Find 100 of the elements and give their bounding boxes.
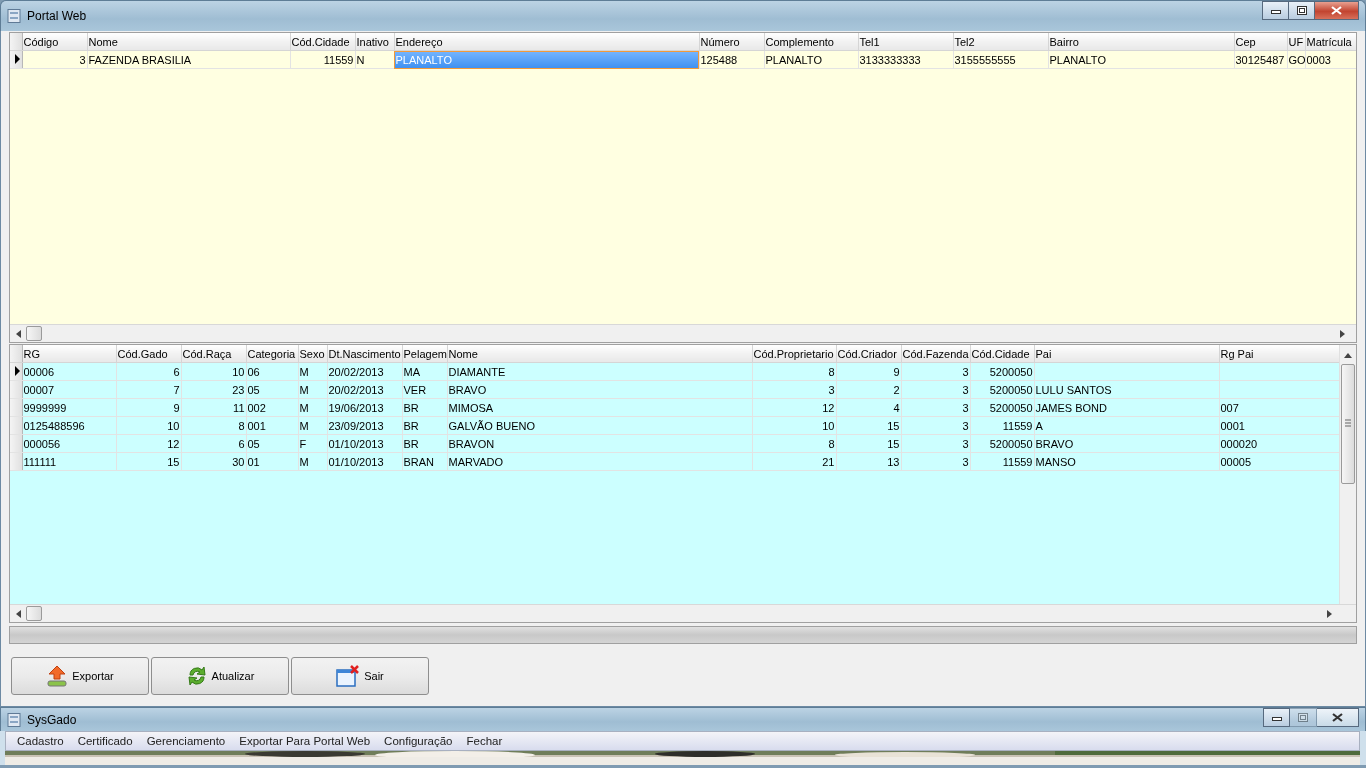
maximize-button[interactable] [1289, 1, 1315, 20]
table-cell: BRAVO [1034, 434, 1219, 453]
table-cell: M [298, 398, 327, 417]
menu-item[interactable]: Exportar Para Portal Web [232, 735, 378, 747]
column-header[interactable]: Número [699, 33, 764, 51]
table-cell: 19/06/2013 [327, 398, 402, 417]
table-cell: 3 [901, 362, 970, 381]
exit-button[interactable]: Sair [291, 657, 429, 695]
table-cell: 8 [752, 362, 836, 381]
table-cell: 01 [246, 452, 298, 471]
table-cell: 11559 [290, 50, 355, 69]
column-header[interactable]: Cód.Raça [181, 345, 246, 363]
column-header[interactable]: Endereço [394, 33, 699, 51]
column-header[interactable]: Tel1 [858, 33, 953, 51]
column-header[interactable]: RG [22, 345, 116, 363]
menu-item[interactable]: Configuração [377, 735, 460, 747]
table-cell: PLANALTO [1048, 50, 1234, 69]
scrollbar-thumb[interactable] [26, 606, 42, 621]
column-header[interactable]: Complemento [764, 33, 858, 51]
restore-icon [1298, 713, 1308, 722]
close-button[interactable] [1317, 708, 1359, 727]
table-cell: LULU SANTOS [1034, 380, 1219, 399]
table-cell: MANSO [1034, 452, 1219, 471]
table-cell: 30 [181, 452, 246, 471]
refresh-icon [185, 664, 208, 688]
column-header[interactable]: Sexo [298, 345, 327, 363]
table-cell: 10 [181, 362, 246, 381]
export-icon [46, 665, 69, 687]
menu-item[interactable]: Certificado [70, 735, 140, 747]
export-button[interactable]: Exportar [11, 657, 149, 695]
table-cell: JAMES BOND [1034, 398, 1219, 417]
table-cell: 3 [752, 380, 836, 399]
column-header[interactable]: Cód.Gado [116, 345, 181, 363]
table-cell: 9999999 [22, 398, 116, 417]
table-cell: 6 [116, 362, 181, 381]
column-header[interactable]: Cód.Criador [836, 345, 901, 363]
table-cell: 15 [836, 416, 901, 435]
scrollbar-thumb[interactable] [1341, 364, 1355, 484]
column-header[interactable]: Cep [1234, 33, 1287, 51]
table-cell: M [298, 452, 327, 471]
table-cell: 5200050 [970, 380, 1034, 399]
table-cell: 10 [752, 416, 836, 435]
column-header[interactable]: Categoria [246, 345, 298, 363]
column-header[interactable]: Matrícula [1305, 33, 1356, 51]
table-cell: 15 [116, 452, 181, 471]
menu-item[interactable]: Gerenciamento [139, 735, 233, 747]
column-header[interactable]: Dt.Nascimento [327, 345, 402, 363]
table-cell: 9 [116, 398, 181, 417]
table-cell: BR [402, 434, 447, 453]
table-cell: BRAN [402, 452, 447, 471]
column-header[interactable]: Código [22, 33, 87, 51]
table-cell: 8 [181, 416, 246, 435]
scroll-up-icon[interactable] [1344, 353, 1352, 358]
table-cell: 00007 [22, 380, 116, 399]
scrollbar-thumb[interactable] [26, 326, 42, 341]
scroll-right-icon[interactable] [1340, 329, 1345, 338]
table-cell: 7 [116, 380, 181, 399]
maximize-icon [1296, 6, 1307, 15]
table-cell: GALVÃO BUENO [447, 416, 752, 435]
column-header[interactable]: Cód.Proprietario [752, 345, 836, 363]
column-header[interactable]: Cód.Cidade [970, 345, 1034, 363]
table-cell: 111111 [22, 452, 116, 471]
column-header[interactable]: Inativo [355, 33, 394, 51]
table-cell: MA [402, 362, 447, 381]
table-cell: 3 [901, 452, 970, 471]
column-header[interactable]: Cód.Fazenda [901, 345, 970, 363]
scroll-left-icon[interactable] [16, 609, 21, 618]
column-header[interactable]: Bairro [1048, 33, 1234, 51]
table-cell: 4 [836, 398, 901, 417]
table-cell: 01/10/2013 [327, 434, 402, 453]
table-cell: 13 [836, 452, 901, 471]
table-cell: 3 [901, 380, 970, 399]
column-header[interactable]: Tel2 [953, 33, 1048, 51]
close-window-icon [336, 665, 361, 687]
column-header[interactable]: Cód.Cidade [290, 33, 355, 51]
close-button[interactable] [1315, 1, 1359, 20]
column-header[interactable]: Pai [1034, 345, 1219, 363]
refresh-button[interactable]: Atualizar [151, 657, 289, 695]
table-cell: 125488 [699, 50, 764, 69]
menu-item[interactable]: Cadastro [10, 735, 71, 747]
minimize-icon [1270, 7, 1281, 14]
table-cell: 00006 [22, 362, 116, 381]
column-header[interactable]: Nome [87, 33, 290, 51]
table-cell: 3 [901, 398, 970, 417]
table-cell: 3 [22, 50, 87, 69]
minimize-button[interactable] [1262, 1, 1289, 20]
table-cell: 11559 [970, 416, 1034, 435]
scroll-right-icon[interactable] [1327, 609, 1332, 618]
table-cell: BRAVON [447, 434, 752, 453]
column-header[interactable]: Nome [447, 345, 752, 363]
scroll-left-icon[interactable] [16, 329, 21, 338]
minimize-button[interactable] [1263, 708, 1290, 727]
table-cell: 20/02/2013 [327, 380, 402, 399]
table-cell: 10 [116, 416, 181, 435]
table-cell: M [298, 362, 327, 381]
table-cell: 6 [181, 434, 246, 453]
table-cell: 000056 [22, 434, 116, 453]
column-header[interactable]: Pelagem [402, 345, 447, 363]
column-header[interactable]: Rg Pai [1219, 345, 1339, 363]
menu-item[interactable]: Fechar [459, 735, 510, 747]
